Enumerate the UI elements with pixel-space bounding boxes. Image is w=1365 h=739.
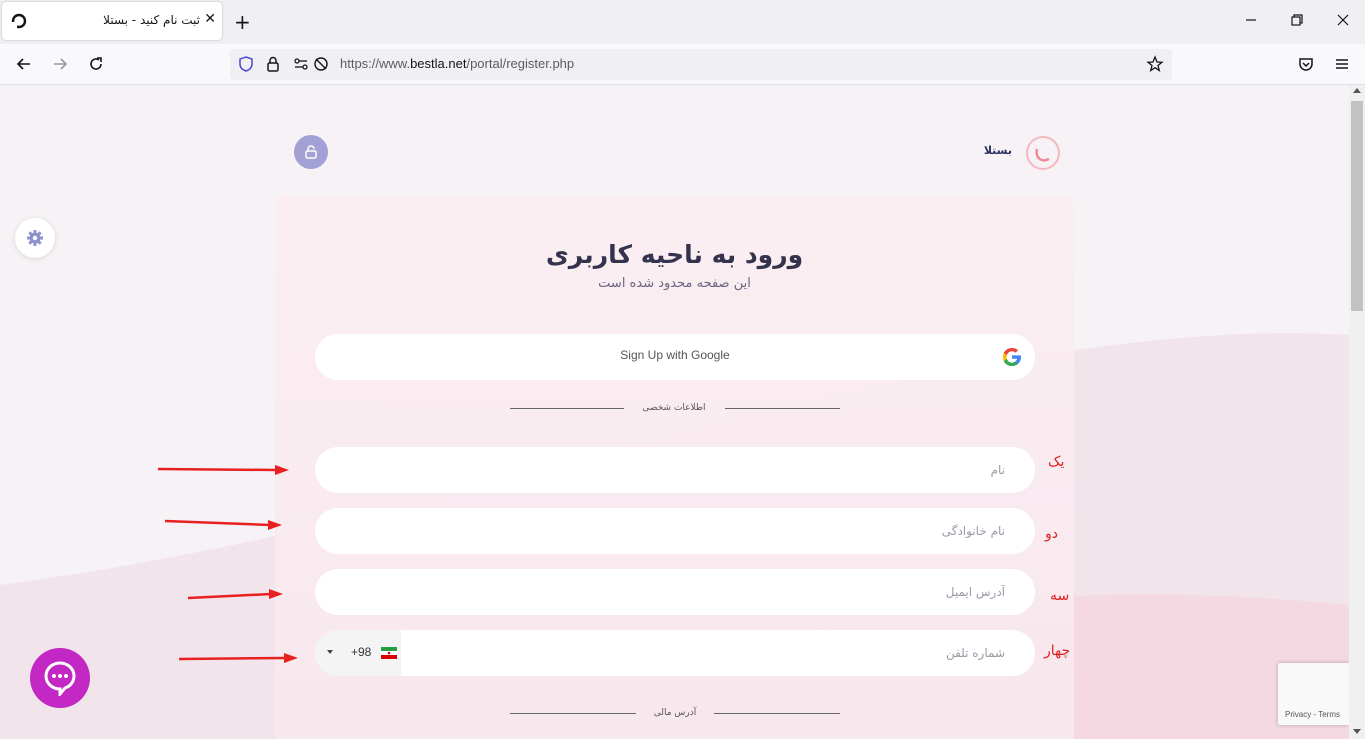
back-icon[interactable] (13, 53, 35, 75)
iran-flag-icon (381, 647, 397, 659)
first-name-field-wrap (315, 447, 1035, 493)
google-icon (1003, 348, 1021, 366)
browser-navbar: https://www.bestla.net/portal/register.p… (0, 44, 1365, 85)
browser-tab[interactable]: ثبت نام کنید - بستلا ✕ (2, 2, 222, 40)
last-name-field-wrap (315, 508, 1035, 554)
annotation-label-four: چهار (1044, 643, 1071, 659)
chat-bubble-icon (44, 661, 76, 696)
shield-icon[interactable] (237, 55, 255, 73)
bookmark-star-icon[interactable] (1146, 55, 1164, 73)
divider-line (510, 408, 624, 409)
annotation-label-one: یک (1048, 454, 1065, 470)
google-signup-button[interactable]: Sign Up with Google (315, 334, 1035, 380)
lock-icon (305, 145, 317, 159)
scrollbar-thumb[interactable] (1351, 101, 1363, 311)
email-field-wrap (315, 569, 1035, 615)
close-window-icon[interactable] (1333, 10, 1353, 30)
annotation-arrow (178, 653, 298, 663)
url-text[interactable]: https://www.bestla.net/portal/register.p… (340, 56, 574, 71)
site-favicon-icon (11, 13, 27, 29)
last-name-input[interactable] (335, 508, 1005, 554)
browser-tabbar: ثبت نام کنید - بستلا ✕ + (0, 0, 1365, 44)
tab-close-icon[interactable]: ✕ (204, 11, 216, 27)
annotation-arrow (164, 519, 282, 530)
country-code-selector[interactable]: +98 (315, 630, 401, 676)
url-bar[interactable]: https://www.bestla.net/portal/register.p… (230, 49, 1172, 80)
phone-field-wrap: +98 (315, 630, 1035, 676)
settings-button[interactable] (15, 218, 55, 258)
privacy-link[interactable]: Privacy (1285, 710, 1311, 719)
country-code: +98 (351, 645, 372, 659)
chat-widget-button[interactable] (30, 648, 90, 708)
brand-name[interactable]: بستلا (960, 144, 1012, 157)
section-label-address: آدرس مالی (653, 708, 697, 718)
email-input[interactable] (335, 569, 1005, 615)
chevron-down-icon (327, 650, 333, 654)
recaptcha-links: Privacy - Terms (1285, 710, 1340, 719)
pocket-icon[interactable] (1295, 53, 1317, 75)
divider-line (510, 713, 636, 714)
page-content: بستلا ورود به ناحیه کاربری این صفحه محدو… (0, 85, 1349, 739)
tracking-protection-icon[interactable] (312, 55, 330, 73)
divider-line (714, 713, 840, 714)
menu-icon[interactable] (1331, 53, 1353, 75)
annotation-arrow (187, 589, 283, 600)
divider-line (725, 408, 840, 409)
google-signup-label: Sign Up with Google (620, 348, 730, 362)
annotation-arrow (157, 465, 289, 475)
minimize-icon[interactable] (1241, 10, 1261, 30)
phone-input[interactable] (415, 630, 1005, 676)
restore-icon[interactable] (1287, 10, 1307, 30)
login-lock-button[interactable] (294, 135, 328, 169)
page-title: ورود به ناحیه کاربری (545, 240, 804, 269)
brand-logo-icon[interactable] (1025, 135, 1061, 171)
scroll-up-icon[interactable] (1353, 88, 1361, 93)
tab-title: ثبت نام کنید - بستلا (103, 13, 200, 27)
scroll-down-icon[interactable] (1353, 729, 1361, 734)
forward-icon[interactable] (49, 53, 71, 75)
page-scrollbar[interactable] (1349, 85, 1365, 739)
first-name-input[interactable] (335, 447, 1005, 493)
gear-icon (27, 230, 43, 246)
annotation-label-three: سه (1050, 588, 1070, 604)
page-subtitle: این صفحه محدود شده است (598, 276, 751, 291)
terms-link[interactable]: Terms (1318, 710, 1340, 719)
annotation-label-two: دو (1045, 526, 1058, 542)
permissions-icon[interactable] (292, 55, 310, 73)
recaptcha-badge[interactable]: Privacy - Terms (1278, 663, 1349, 725)
reload-icon[interactable] (85, 53, 107, 75)
new-tab-icon[interactable]: + (234, 10, 251, 34)
section-label-personal: اطلاعات شخصی (642, 403, 706, 413)
lock-icon[interactable] (264, 55, 282, 73)
